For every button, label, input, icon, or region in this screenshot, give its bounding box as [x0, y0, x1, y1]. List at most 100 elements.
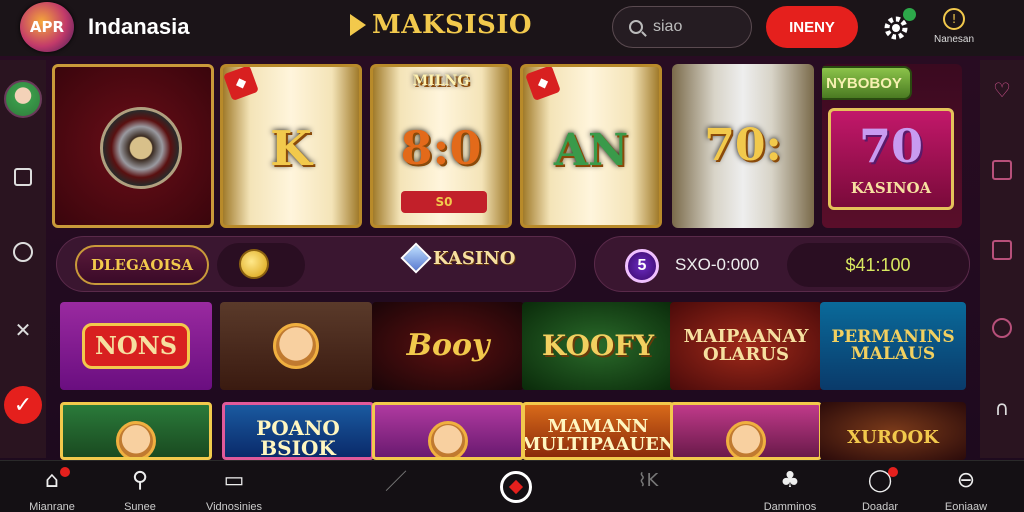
settings-button[interactable] — [880, 8, 916, 44]
menu-circle-icon: ⊖ — [956, 467, 976, 493]
search-input[interactable]: siao — [612, 6, 752, 48]
slot-reel-2[interactable]: ◆ K — [220, 64, 362, 228]
game-tile[interactable]: POANO BSIOK — [222, 402, 374, 460]
nav-label: Vidnosinies — [205, 501, 263, 512]
user-avatar[interactable] — [4, 80, 42, 118]
nav-item-home[interactable]: ⌂ Mianrane — [12, 467, 92, 512]
account-label: Nanesan — [933, 34, 975, 45]
account-button[interactable]: ! Nanesan — [930, 8, 978, 45]
game-tile[interactable]: XUROOK — [820, 402, 966, 460]
promo-card: 70 KASINOA — [828, 108, 954, 210]
nav-label: Damminos — [763, 501, 817, 512]
character-icon — [428, 421, 468, 457]
notification-dot — [60, 467, 70, 477]
app-logo[interactable]: APR — [20, 2, 74, 52]
game-title: MAIPAANAY OLARUS — [683, 326, 809, 365]
coin-button[interactable] — [217, 243, 305, 287]
slot-reel-4[interactable]: ◆ AN — [520, 64, 662, 228]
coin-icon — [239, 249, 269, 279]
slot-reel-5[interactable]: 70: — [672, 64, 814, 228]
search-placeholder: siao — [653, 18, 683, 35]
gem-icon — [400, 242, 432, 274]
nav-item-videos[interactable]: ▭ Vidnosinies — [194, 467, 274, 512]
game-tile[interactable] — [220, 302, 372, 390]
refresh-icon[interactable] — [13, 242, 33, 262]
balance-text: SXO-0:000 — [675, 255, 760, 274]
close-icon[interactable]: ✕ — [15, 318, 32, 342]
right-sidebar: ♡ ∩ — [980, 60, 1024, 458]
character-icon — [726, 421, 766, 457]
nav-label: Doadar — [861, 501, 899, 512]
chart-icon: ⌇K — [637, 469, 659, 491]
character-icon — [116, 421, 156, 457]
nav-label: Mianrane — [29, 501, 75, 512]
reel-symbol: AN — [553, 125, 629, 176]
nav-item-stats[interactable]: ⌇K — [608, 467, 688, 493]
reel-title: MILNG — [412, 73, 470, 89]
nav-item-edit[interactable]: ／ — [356, 467, 436, 495]
game-tile[interactable]: KOOFY — [522, 302, 674, 390]
diamond-icon — [508, 479, 524, 495]
headset-icon[interactable]: ∩ — [995, 396, 1010, 420]
play-icon — [350, 14, 366, 36]
game-tile[interactable]: Booy — [372, 302, 524, 390]
nav-item-chat[interactable]: ◯ Doadar — [840, 467, 920, 512]
account-icon: ! — [943, 8, 965, 30]
reel-symbol: 8:0 — [400, 121, 482, 175]
game-tile[interactable] — [60, 402, 212, 460]
slot-reel-3[interactable]: MILNG 8:0 S0 — [370, 64, 512, 228]
game-title: NONS — [81, 323, 191, 369]
chat-icon: ◯ — [840, 467, 920, 493]
reel-symbol: 70: — [704, 120, 782, 171]
gift-icon: ♣ — [780, 467, 800, 493]
kasino-label: KASINO — [433, 247, 516, 269]
roulette-tile[interactable] — [52, 64, 214, 228]
clock-icon[interactable] — [992, 318, 1012, 338]
promo-tag: NYBOBOY — [822, 66, 912, 100]
search-icon: ⚲ — [131, 467, 149, 493]
chat-icon[interactable] — [992, 240, 1012, 260]
game-tile[interactable]: MAIPAANAY OLARUS — [670, 302, 822, 390]
heart-icon[interactable]: ♡ — [993, 78, 1011, 102]
character-icon — [273, 323, 319, 369]
game-tile[interactable]: NONS — [60, 302, 212, 390]
game-title: Booy — [406, 328, 490, 363]
check-icon[interactable]: ✓ — [4, 386, 42, 424]
bonus-banner[interactable]: DLEGAOISA — [75, 245, 209, 285]
search-icon — [629, 20, 643, 34]
bottom-nav: ⌂ Mianrane ⚲ Sunee ▭ Vidnosinies ／ ⌇K ♣ … — [0, 460, 1024, 512]
nav-item-search[interactable]: ⚲ Sunee — [100, 467, 180, 512]
menu-button[interactable]: INENY — [766, 6, 858, 48]
game-title: XUROOK — [847, 427, 939, 448]
balance-value[interactable]: $41:100 — [787, 243, 969, 287]
wallet-icon[interactable] — [14, 168, 32, 186]
card-icon: ▭ — [223, 467, 245, 493]
bonus-bar: DLEGAOISA KASINO — [56, 236, 576, 292]
notification-dot — [888, 467, 898, 477]
reel-symbol: K — [270, 121, 312, 177]
promo-label: KASINOA — [850, 179, 932, 197]
hot-badge: ◆ — [525, 67, 561, 101]
reel-plate: S0 — [401, 191, 487, 213]
game-title: PERMANINS MALAUS — [831, 327, 955, 364]
game-tile[interactable] — [372, 402, 524, 460]
nav-item-profile[interactable]: ⊖ Eoniaaw — [926, 467, 1006, 512]
brand-title: MAKSISIO — [350, 10, 532, 40]
game-tile[interactable]: PERMANINS MALAUS — [820, 302, 966, 390]
nav-center-button[interactable] — [500, 471, 532, 503]
bookmark-icon[interactable] — [992, 160, 1012, 180]
nav-label: Eoniaaw — [944, 501, 988, 512]
game-title: POANO BSIOK — [256, 416, 340, 460]
game-tile[interactable]: MAMANN MULTIPAAUEN — [522, 402, 674, 460]
region-label[interactable]: Indanasia — [88, 14, 189, 40]
level-badge: 5 — [625, 249, 659, 283]
logo-text: APR — [29, 18, 65, 36]
game-title: MAMANN MULTIPAAUEN — [522, 416, 674, 455]
nav-item-promotions[interactable]: ♣ Damminos — [750, 467, 830, 512]
game-title: KOOFY — [541, 329, 655, 362]
game-tile[interactable] — [670, 402, 822, 460]
top-header: APR Indanasia MAKSISIO siao INENY ! Nane… — [0, 0, 1024, 56]
casino-app: APR Indanasia MAKSISIO siao INENY ! Nane… — [0, 0, 1024, 512]
promo-tile[interactable]: NYBOBOY 70 KASINOA — [822, 64, 962, 228]
kasino-button[interactable]: KASINO — [400, 242, 516, 274]
